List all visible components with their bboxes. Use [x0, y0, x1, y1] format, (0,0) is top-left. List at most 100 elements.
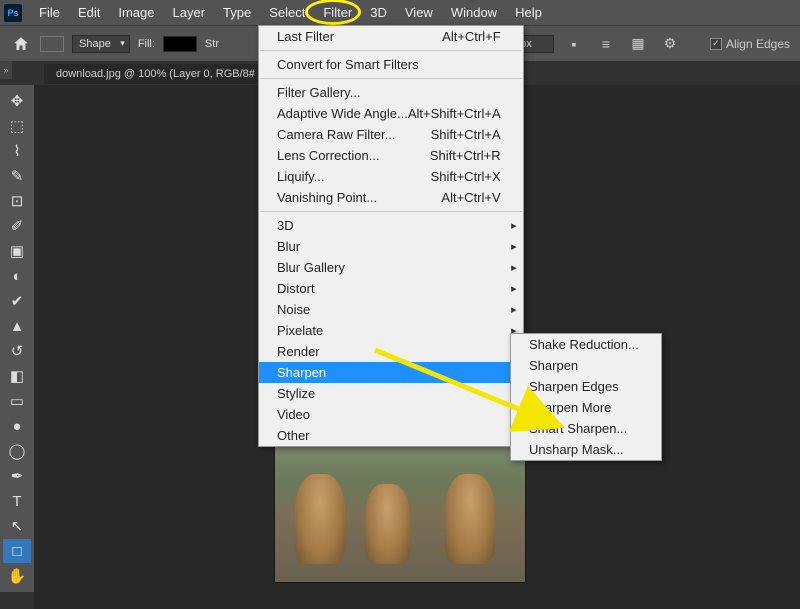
menu-item-other[interactable]: Other [259, 425, 523, 446]
menu-item-convert-for-smart-filters[interactable]: Convert for Smart Filters [259, 54, 523, 75]
document-tab[interactable]: download.jpg @ 100% (Layer 0, RGB/8# [44, 64, 267, 84]
menu-item-label: Sharpen More [529, 400, 611, 415]
type-tool[interactable]: T [3, 489, 31, 513]
menu-image[interactable]: Image [109, 1, 163, 24]
menu-filter[interactable]: Filter [314, 1, 361, 24]
menu-item-label: Blur [277, 239, 300, 254]
menu-separator [260, 50, 522, 51]
menu-item-unsharp-mask[interactable]: Unsharp Mask... [511, 439, 661, 460]
menu-item-label: Blur Gallery [277, 260, 345, 275]
arrange-icon[interactable]: ≡ [594, 32, 618, 56]
menu-view[interactable]: View [396, 1, 442, 24]
move-tool[interactable]: ✥ [3, 89, 31, 113]
app-logo: Ps [4, 4, 22, 22]
menu-item-video[interactable]: Video [259, 404, 523, 425]
menu-item-adaptive-wide-angle[interactable]: Adaptive Wide Angle...Alt+Shift+Ctrl+A [259, 103, 523, 124]
menu-item-label: Pixelate [277, 323, 323, 338]
sharpen-submenu: Shake Reduction...Sharpen Sharpen Edges Sh… [510, 333, 662, 461]
fill-label: Fill: [138, 38, 155, 50]
history-brush-tool[interactable]: ↺ [3, 339, 31, 363]
menu-item-camera-raw-filter[interactable]: Camera Raw Filter... Shift+Ctrl+A [259, 124, 523, 145]
stroke-label: Str [205, 38, 219, 50]
menu-item-label: Filter Gallery... [277, 85, 361, 100]
menu-item-label: Camera Raw Filter... [277, 127, 395, 142]
filter-menu-dropdown: Last FilterAlt+Ctrl+F Convert for Smart F… [258, 25, 524, 447]
menu-item-label: Smart Sharpen... [529, 421, 627, 436]
blur-tool[interactable]: ● [3, 414, 31, 438]
eyedropper-tool[interactable]: ✐ [3, 214, 31, 238]
menu-item-blur-gallery[interactable]: Blur Gallery [259, 257, 523, 278]
menu-item-3d[interactable]: 3D [259, 215, 523, 236]
menu-layer[interactable]: Layer [164, 1, 215, 24]
menu-item-smart-sharpen[interactable]: Smart Sharpen... [511, 418, 661, 439]
menu-item-label: Unsharp Mask... [529, 442, 624, 457]
marquee-tool[interactable]: ⬚ [3, 114, 31, 138]
menu-item-label: Noise [277, 302, 310, 317]
menu-item-label: Distort [277, 281, 315, 296]
gradient-tool[interactable]: ▭ [3, 389, 31, 413]
gear-icon[interactable]: ⚙ [658, 32, 682, 56]
path-select-tool[interactable]: ↖ [3, 514, 31, 538]
menu-item-label: Adaptive Wide Angle... [277, 106, 408, 121]
fill-swatch[interactable] [163, 36, 197, 52]
checkbox-icon: ✓ [710, 38, 722, 50]
tool-preset[interactable] [40, 36, 64, 52]
menu-item-label: 3D [277, 218, 294, 233]
frame-tool[interactable]: ▣ [3, 239, 31, 263]
menu-item-sharpen[interactable]: Sharpen [259, 362, 523, 383]
menu-shortcut: Shift+Ctrl+A [431, 127, 501, 142]
collapse-toggle[interactable]: » [0, 61, 12, 79]
menu-item-render[interactable]: Render [259, 341, 523, 362]
align-edges-label: Align Edges [726, 37, 790, 51]
menu-3d[interactable]: 3D [361, 1, 396, 24]
align-icon[interactable]: ▪ [562, 32, 586, 56]
crop-tool[interactable]: ⊡ [3, 189, 31, 213]
menu-type[interactable]: Type [214, 1, 260, 24]
dodge-tool[interactable]: ◯ [3, 439, 31, 463]
menu-file[interactable]: File [30, 1, 69, 24]
menu-item-stylize[interactable]: Stylize [259, 383, 523, 404]
menu-edit[interactable]: Edit [69, 1, 109, 24]
menu-item-pixelate[interactable]: Pixelate [259, 320, 523, 341]
rectangle-tool[interactable]: □ [3, 539, 31, 563]
home-icon[interactable] [10, 33, 32, 55]
menu-item-sharpen-more[interactable]: Sharpen More [511, 397, 661, 418]
menu-item-label: Sharpen Edges [529, 379, 619, 394]
spot-heal-tool[interactable]: ◐ [3, 264, 31, 288]
menu-item-sharpen[interactable]: Sharpen [511, 355, 661, 376]
menu-item-label: Lens Correction... [277, 148, 380, 163]
hand-tool[interactable]: ✋ [3, 564, 31, 588]
menu-item-last-filter[interactable]: Last FilterAlt+Ctrl+F [259, 26, 523, 47]
menu-item-label: Video [277, 407, 310, 422]
menu-item-shake-reduction[interactable]: Shake Reduction... [511, 334, 661, 355]
quick-select-tool[interactable]: ✎ [3, 164, 31, 188]
menu-item-label: Stylize [277, 386, 315, 401]
menu-item-blur[interactable]: Blur [259, 236, 523, 257]
menu-item-sharpen-edges[interactable]: Sharpen Edges [511, 376, 661, 397]
clone-stamp-tool[interactable]: ▲ [3, 314, 31, 338]
menu-item-lens-correction[interactable]: Lens Correction... Shift+Ctrl+R [259, 145, 523, 166]
menu-item-label: Liquify... [277, 169, 324, 184]
menu-item-vanishing-point[interactable]: Vanishing Point... Alt+Ctrl+V [259, 187, 523, 208]
eraser-tool[interactable]: ◧ [3, 364, 31, 388]
menu-shortcut: Shift+Ctrl+R [430, 148, 501, 163]
menu-shortcut: Alt+Ctrl+F [442, 29, 501, 44]
menu-item-label: Vanishing Point... [277, 190, 377, 205]
menu-shortcut: Alt+Ctrl+V [441, 190, 500, 205]
menu-separator [260, 211, 522, 212]
pathops-icon[interactable]: ▦ [626, 32, 650, 56]
lasso-tool[interactable]: ⌇ [3, 139, 31, 163]
shape-mode-select[interactable]: Shape [72, 35, 130, 53]
brush-tool[interactable]: ✔ [3, 289, 31, 313]
menu-item-filter-gallery[interactable]: Filter Gallery... [259, 82, 523, 103]
menu-window[interactable]: Window [442, 1, 506, 24]
menu-select[interactable]: Select [260, 1, 314, 24]
pen-tool[interactable]: ✒ [3, 464, 31, 488]
menu-item-distort[interactable]: Distort [259, 278, 523, 299]
menu-item-noise[interactable]: Noise [259, 299, 523, 320]
menu-separator [260, 78, 522, 79]
toolbar: ✥⬚⌇✎⊡✐▣◐✔▲↺◧▭●◯✒T↖□✋ [0, 85, 34, 592]
menu-item-liquify[interactable]: Liquify...Shift+Ctrl+X [259, 166, 523, 187]
align-edges-check[interactable]: ✓ Align Edges [710, 37, 790, 51]
menu-help[interactable]: Help [506, 1, 551, 24]
